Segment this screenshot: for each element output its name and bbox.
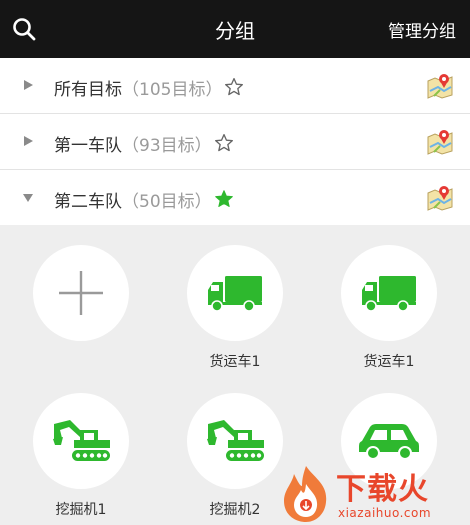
group-count: （50目标） <box>122 192 212 212</box>
watermark: 下载火 xiazaihuo.com <box>278 462 470 525</box>
watermark-url: xiazaihuo.com <box>338 506 432 520</box>
expand-arrow-icon[interactable] <box>22 135 34 147</box>
group-list: 所有目标（105目标） 第一车队（93目标） 第二车队（50目标） <box>0 58 470 225</box>
tile-circle <box>33 393 129 489</box>
tile-label: 挖掘机1 <box>55 502 107 518</box>
map-icon[interactable] <box>426 183 454 211</box>
group-row-all[interactable]: 所有目标（105目标） <box>0 58 470 114</box>
map-icon[interactable] <box>426 127 454 155</box>
star-filled-icon[interactable] <box>214 189 234 209</box>
tile-label: 货运车1 <box>209 354 261 370</box>
star-outline-icon[interactable] <box>214 133 234 153</box>
truck-icon <box>362 276 416 312</box>
group-label: 所有目标（105目标） <box>54 75 222 100</box>
tile-circle <box>187 245 283 341</box>
vehicle-tile[interactable]: 货运车1 <box>319 245 459 370</box>
tile-circle <box>187 393 283 489</box>
group-label: 第二车队（50目标） <box>54 187 212 212</box>
group-name: 第二车队 <box>54 192 122 212</box>
top-bar: 分组 管理分组 <box>0 0 470 58</box>
group-name: 所有目标 <box>54 80 122 100</box>
group-count: （93目标） <box>122 136 212 156</box>
tile-label <box>11 351 151 369</box>
collapse-arrow-icon[interactable] <box>22 191 34 203</box>
car-icon <box>359 424 419 460</box>
tile-circle <box>33 245 129 341</box>
tile-circle <box>341 245 437 341</box>
map-icon[interactable] <box>426 71 454 99</box>
watermark-text: 下载火 <box>336 472 429 507</box>
excavator-icon <box>53 420 110 461</box>
group-row-fleet-1[interactable]: 第一车队（93目标） <box>0 114 470 170</box>
truck-icon <box>208 276 262 312</box>
excavator-icon <box>207 420 264 461</box>
flame-logo-icon <box>284 466 327 522</box>
group-name: 第一车队 <box>54 136 122 156</box>
group-row-fleet-2[interactable]: 第二车队（50目标） <box>0 170 470 225</box>
vehicle-tile[interactable]: 货运车1 <box>165 245 305 370</box>
add-vehicle-tile[interactable] <box>11 245 151 369</box>
manage-groups-button[interactable]: 管理分组 <box>388 17 456 42</box>
group-count: （105目标） <box>122 80 223 100</box>
star-outline-icon[interactable] <box>224 77 244 97</box>
vehicle-tile[interactable]: 挖掘机1 <box>11 393 151 518</box>
tile-label: 货运车1 <box>363 354 415 370</box>
group-label: 第一车队（93目标） <box>54 131 212 156</box>
add-icon <box>59 271 103 315</box>
expand-arrow-icon[interactable] <box>22 79 34 91</box>
